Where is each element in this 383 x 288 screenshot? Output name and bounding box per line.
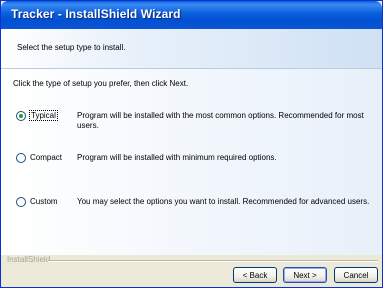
custom-label[interactable]: Custom <box>30 197 58 206</box>
wizard-header: Select the setup type to install. <box>1 29 382 69</box>
title-bar[interactable]: Tracker - InstallShield Wizard <box>1 1 382 29</box>
compact-radio[interactable] <box>16 153 26 163</box>
typical-label[interactable]: Typical <box>29 110 58 121</box>
window-title: Tracker - InstallShield Wizard <box>11 7 181 21</box>
header-text: Select the setup type to install. <box>17 43 126 52</box>
wizard-content: Click the type of setup you prefer, then… <box>1 69 382 255</box>
custom-description: You may select the options you want to i… <box>77 197 370 206</box>
cancel-button[interactable]: Cancel <box>334 267 378 283</box>
instruction-text: Click the type of setup you prefer, then… <box>13 79 189 88</box>
compact-description: Program will be installed with minimum r… <box>77 153 277 162</box>
back-button[interactable]: < Back <box>233 267 277 283</box>
next-button[interactable]: Next > <box>283 267 327 283</box>
installshield-brand: InstallShield <box>7 255 51 264</box>
typical-radio[interactable] <box>16 111 26 121</box>
wizard-footer: InstallShield < Back Next > Cancel <box>1 255 382 287</box>
installer-window: Tracker - InstallShield Wizard Select th… <box>0 0 383 288</box>
custom-radio[interactable] <box>16 197 26 207</box>
compact-label[interactable]: Compact <box>30 153 62 162</box>
typical-description: Program will be installed with the most … <box>77 111 364 130</box>
footer-divider <box>48 260 378 262</box>
